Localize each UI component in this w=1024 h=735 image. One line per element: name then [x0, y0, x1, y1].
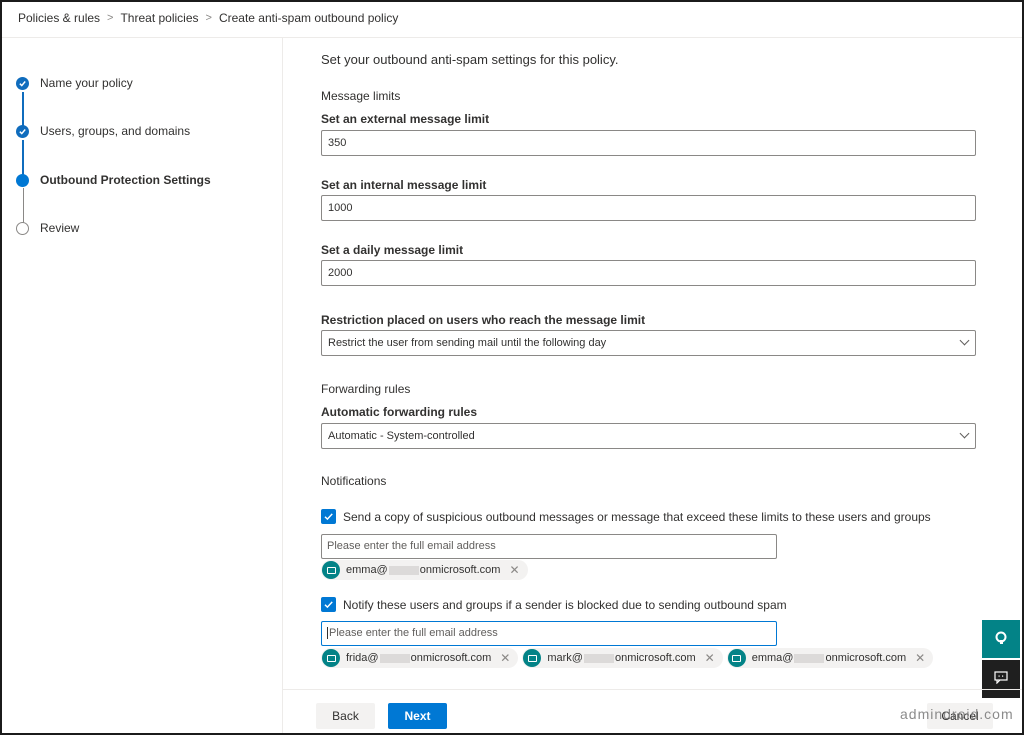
- recipient-chip: emma@ onmicrosoft.com ✕: [321, 560, 528, 580]
- message-limits-heading: Message limits: [321, 89, 401, 103]
- daily-limit-input[interactable]: 2000: [321, 260, 976, 286]
- remove-recipient-icon[interactable]: ✕: [915, 651, 925, 665]
- step-users-groups-domains[interactable]: Users, groups, and domains: [16, 124, 190, 138]
- breadcrumb-current: Create anti-spam outbound policy: [218, 11, 399, 25]
- step-label: Review: [40, 221, 80, 235]
- redacted-domain: [794, 653, 825, 663]
- forwarding-rules-heading: Forwarding rules: [321, 382, 411, 396]
- send-copy-label: Send a copy of suspicious outbound messa…: [343, 509, 931, 524]
- send-copy-checkbox[interactable]: [321, 509, 336, 524]
- mail-icon: [523, 649, 542, 667]
- mail-icon: [322, 561, 340, 579]
- step-review[interactable]: Review: [16, 221, 79, 235]
- daily-limit-label: Set a daily message limit: [321, 243, 464, 257]
- send-copy-recipients: emma@ onmicrosoft.com ✕: [321, 560, 528, 580]
- recipient-chip: emma@ onmicrosoft.com ✕: [726, 648, 934, 668]
- restriction-label: Restriction placed on users who reach th…: [321, 313, 646, 327]
- external-limit-label: Set an external message limit: [321, 112, 490, 126]
- page-intro: Set your outbound anti-spam settings for…: [321, 52, 619, 67]
- back-button[interactable]: Back: [316, 703, 375, 729]
- recipient-suffix: onmicrosoft.com: [825, 652, 907, 664]
- recipient-chip: mark@ onmicrosoft.com ✕: [522, 648, 723, 668]
- step-label: Users, groups, and domains: [40, 124, 191, 138]
- notify-blocked-label: Notify these users and groups if a sende…: [343, 597, 787, 612]
- internal-limit-label: Set an internal message limit: [321, 178, 487, 192]
- text-caret: [327, 627, 328, 640]
- recipient-suffix: onmicrosoft.com: [614, 652, 696, 664]
- chat-feedback-icon: [994, 671, 1008, 687]
- notify-blocked-placeholder: Please enter the full email address: [329, 627, 498, 639]
- step-label: Name your policy: [40, 76, 133, 90]
- check-circle-icon: [16, 124, 29, 138]
- step-name-your-policy[interactable]: Name your policy: [16, 76, 133, 90]
- notify-blocked-checkbox[interactable]: [321, 597, 336, 612]
- step-connector: [22, 92, 24, 128]
- internal-limit-input[interactable]: 1000: [321, 195, 976, 221]
- mail-icon: [322, 649, 340, 667]
- feedback-button[interactable]: [982, 660, 1020, 698]
- recipient-prefix: mark@: [547, 652, 583, 664]
- redacted-domain: [583, 653, 614, 663]
- current-step-dot-icon: [16, 173, 29, 187]
- remove-recipient-icon[interactable]: ✕: [509, 563, 519, 577]
- recipient-suffix: onmicrosoft.com: [419, 564, 501, 576]
- step-label: Outbound Protection Settings: [40, 173, 211, 187]
- chevron-right-icon: >: [205, 12, 212, 24]
- restriction-dropdown[interactable]: Restrict the user from sending mail unti…: [321, 330, 976, 356]
- redacted-domain: [388, 565, 419, 575]
- remove-recipient-icon[interactable]: ✕: [500, 651, 510, 665]
- notifications-heading: Notifications: [321, 474, 387, 488]
- empty-circle-icon: [16, 221, 29, 235]
- notify-blocked-email-input[interactable]: Please enter the full email address: [321, 621, 777, 646]
- notify-blocked-checkbox-row[interactable]: Notify these users and groups if a sende…: [321, 597, 787, 612]
- chevron-down-icon: [959, 335, 970, 346]
- recipient-suffix: onmicrosoft.com: [410, 652, 492, 664]
- send-copy-email-input[interactable]: Please enter the full email address: [321, 534, 777, 559]
- wizard-steps-panel: Name your policy Users, groups, and doma…: [2, 38, 283, 733]
- step-connector: [22, 140, 24, 176]
- help-headset-icon: [994, 631, 1008, 648]
- send-copy-checkbox-row[interactable]: Send a copy of suspicious outbound messa…: [321, 509, 931, 524]
- mail-icon: [727, 649, 746, 667]
- watermark: admindroid.com: [900, 706, 1014, 722]
- auto-forwarding-dropdown[interactable]: Automatic - System-controlled: [321, 423, 976, 449]
- check-circle-icon: [16, 76, 29, 90]
- breadcrumb-policies-rules[interactable]: Policies & rules: [18, 11, 100, 25]
- remove-recipient-icon[interactable]: ✕: [705, 651, 715, 665]
- auto-forwarding-label: Automatic forwarding rules: [321, 405, 478, 419]
- step-outbound-protection-settings[interactable]: Outbound Protection Settings: [16, 173, 211, 187]
- notify-blocked-recipients: frida@ onmicrosoft.com ✕ mark@ onmicrosoft…: [321, 648, 934, 668]
- redacted-domain: [379, 653, 410, 663]
- external-limit-input[interactable]: 350: [321, 130, 976, 156]
- chevron-down-icon: [959, 428, 970, 439]
- recipient-prefix: emma@: [346, 564, 388, 576]
- step-connector: [22, 188, 24, 224]
- footer-divider: [283, 689, 1022, 690]
- recipient-prefix: frida@: [346, 652, 379, 664]
- recipient-chip: frida@ onmicrosoft.com ✕: [321, 648, 519, 668]
- breadcrumb: Policies & rules > Threat policies > Cre…: [18, 11, 398, 25]
- breadcrumb-threat-policies[interactable]: Threat policies: [120, 11, 198, 25]
- auto-forwarding-selected-value: Automatic - System-controlled: [328, 430, 475, 442]
- restriction-selected-value: Restrict the user from sending mail unti…: [328, 337, 607, 349]
- chevron-right-icon: >: [107, 12, 114, 24]
- recipient-prefix: emma@: [751, 652, 794, 664]
- help-button[interactable]: [982, 620, 1020, 658]
- next-button[interactable]: Next: [388, 703, 447, 729]
